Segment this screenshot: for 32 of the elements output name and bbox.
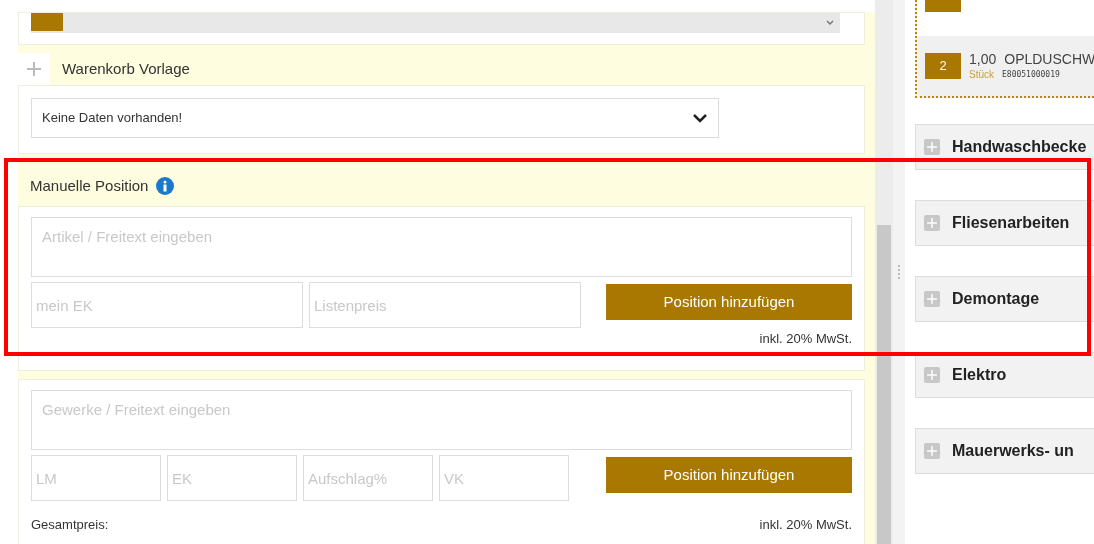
category-header[interactable]: Mauerwerks- un — [915, 428, 1094, 474]
plus-icon — [927, 446, 937, 456]
category-header[interactable]: Fliesenarbeiten — [915, 200, 1094, 246]
unit: Stück — [969, 68, 994, 81]
info-icon[interactable] — [156, 177, 175, 195]
plus-icon — [927, 294, 937, 304]
category-header[interactable]: Elektro — [915, 352, 1094, 398]
position-number: 2 — [925, 53, 961, 79]
total-label: Gesamtpreis: — [31, 516, 109, 534]
scrollbar-thumb[interactable] — [877, 225, 891, 544]
plus-icon — [927, 142, 937, 152]
chevron-down-icon — [692, 113, 708, 123]
section-title: Manuelle Position — [30, 175, 149, 196]
template-select[interactable]: Keine Daten vorhanden! — [31, 98, 719, 138]
section-title: Warenkorb Vorlage — [62, 58, 190, 79]
quantity: 1,00 — [969, 51, 997, 69]
plus-icon — [27, 62, 41, 76]
add-position-button[interactable]: Position hinzufügen — [606, 284, 852, 320]
position-badge — [925, 0, 961, 12]
tax-note: inkl. 20% MwSt. — [759, 331, 852, 347]
plus-icon — [927, 218, 937, 228]
select-value: Keine Daten vorhanden! — [42, 109, 183, 128]
category-header[interactable]: Handwaschbecke — [915, 124, 1094, 170]
category-header[interactable]: Demontage — [915, 276, 1094, 322]
article-code: E80051000019 — [1002, 69, 1060, 80]
category-icon — [31, 13, 63, 31]
plus-icon — [927, 370, 937, 380]
add-position-button[interactable]: Position hinzufügen — [606, 457, 852, 493]
tax-note: inkl. 20% MwSt. — [759, 516, 852, 534]
chevron-down-icon — [826, 20, 834, 26]
expand-toggle[interactable] — [18, 53, 50, 85]
category-select[interactable] — [31, 13, 840, 33]
